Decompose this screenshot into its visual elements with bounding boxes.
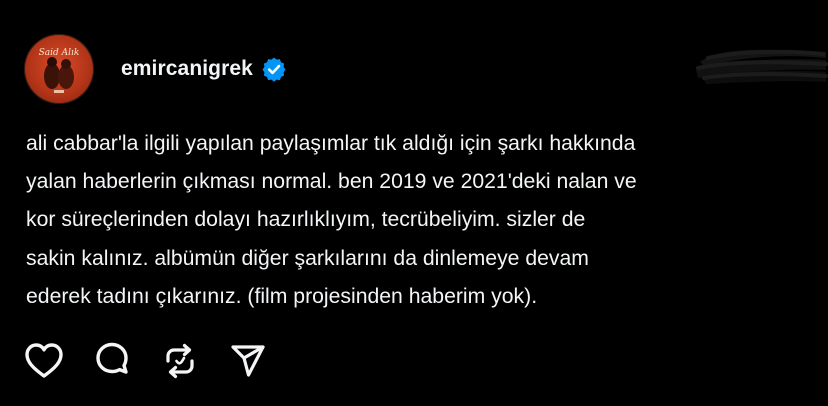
action-bar (24, 340, 296, 382)
album-cover-image: Said Alık (39, 48, 80, 93)
heart-icon (25, 343, 63, 378)
caption-line: kor süreçlerinden dolayı hazırlıklıyım, … (26, 208, 586, 232)
share-icon (231, 345, 265, 377)
caption-line: ali cabbar'la ilgili yapılan paylaşımlar… (26, 132, 636, 155)
like-button[interactable] (24, 341, 64, 381)
caption-line: ederek tadını çıkarınız. (film projesind… (26, 284, 538, 308)
share-button[interactable] (228, 341, 268, 381)
redaction-scribble (688, 40, 828, 85)
avatar[interactable]: Said Alık (24, 34, 94, 104)
username[interactable]: emircanigrek (121, 57, 253, 81)
comment-icon (96, 342, 128, 374)
caption-line: yalan haberlerin çıkması normal. ben 201… (26, 170, 637, 194)
caption-line: sakin kalınız. albümün diğer şarkılarını… (26, 246, 589, 270)
repost-button[interactable] (160, 341, 200, 381)
post-card: Said Alık emircanigrek ali cabbar'la ilg… (0, 0, 828, 406)
post-caption: ali cabbar'la ilgili yapılan paylaşımlar… (26, 125, 816, 316)
repost-icon (166, 343, 194, 379)
verified-badge-icon (261, 56, 287, 82)
comment-button[interactable] (92, 341, 132, 381)
avatar-script-text: Said Alık (39, 48, 80, 58)
post-header: emircanigrek (121, 54, 287, 84)
